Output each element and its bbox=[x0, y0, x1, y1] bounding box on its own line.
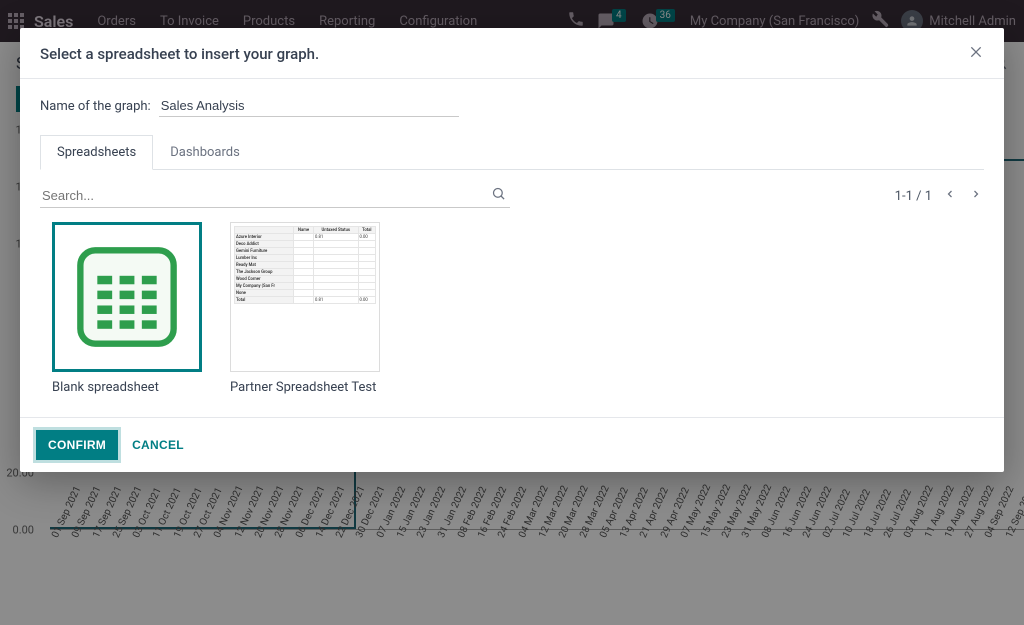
tabs: Spreadsheets Dashboards bbox=[40, 135, 984, 170]
pager-next-icon[interactable] bbox=[968, 186, 984, 206]
tab-spreadsheets[interactable]: Spreadsheets bbox=[40, 135, 153, 170]
spreadsheet-modal: Select a spreadsheet to insert your grap… bbox=[20, 28, 1004, 472]
modal-title: Select a spreadsheet to insert your grap… bbox=[40, 45, 319, 63]
card-label: Partner Spreadsheet Test bbox=[230, 380, 380, 395]
card-partner-spreadsheet[interactable]: NameUntaxed StatusTotalAzure Interior0.8… bbox=[230, 222, 380, 395]
graph-name-input[interactable] bbox=[159, 95, 459, 117]
graph-name-label: Name of the graph: bbox=[40, 99, 151, 114]
modal-header: Select a spreadsheet to insert your grap… bbox=[20, 28, 1004, 79]
confirm-button[interactable]: CONFIRM bbox=[36, 430, 118, 460]
search-icon[interactable] bbox=[491, 186, 506, 205]
card-blank-spreadsheet[interactable]: Blank spreadsheet bbox=[52, 222, 202, 395]
pager-text: 1-1 / 1 bbox=[895, 189, 932, 204]
card-label: Blank spreadsheet bbox=[52, 380, 202, 395]
close-icon[interactable] bbox=[968, 44, 984, 64]
pager-prev-icon[interactable] bbox=[942, 186, 958, 206]
partner-spreadsheet-thumb: NameUntaxed StatusTotalAzure Interior0.8… bbox=[230, 222, 380, 372]
search-input[interactable] bbox=[40, 184, 510, 208]
cancel-button[interactable]: CANCEL bbox=[132, 438, 184, 452]
blank-spreadsheet-thumb bbox=[52, 222, 202, 372]
spreadsheet-icon bbox=[74, 244, 180, 350]
tab-dashboards[interactable]: Dashboards bbox=[153, 135, 257, 170]
